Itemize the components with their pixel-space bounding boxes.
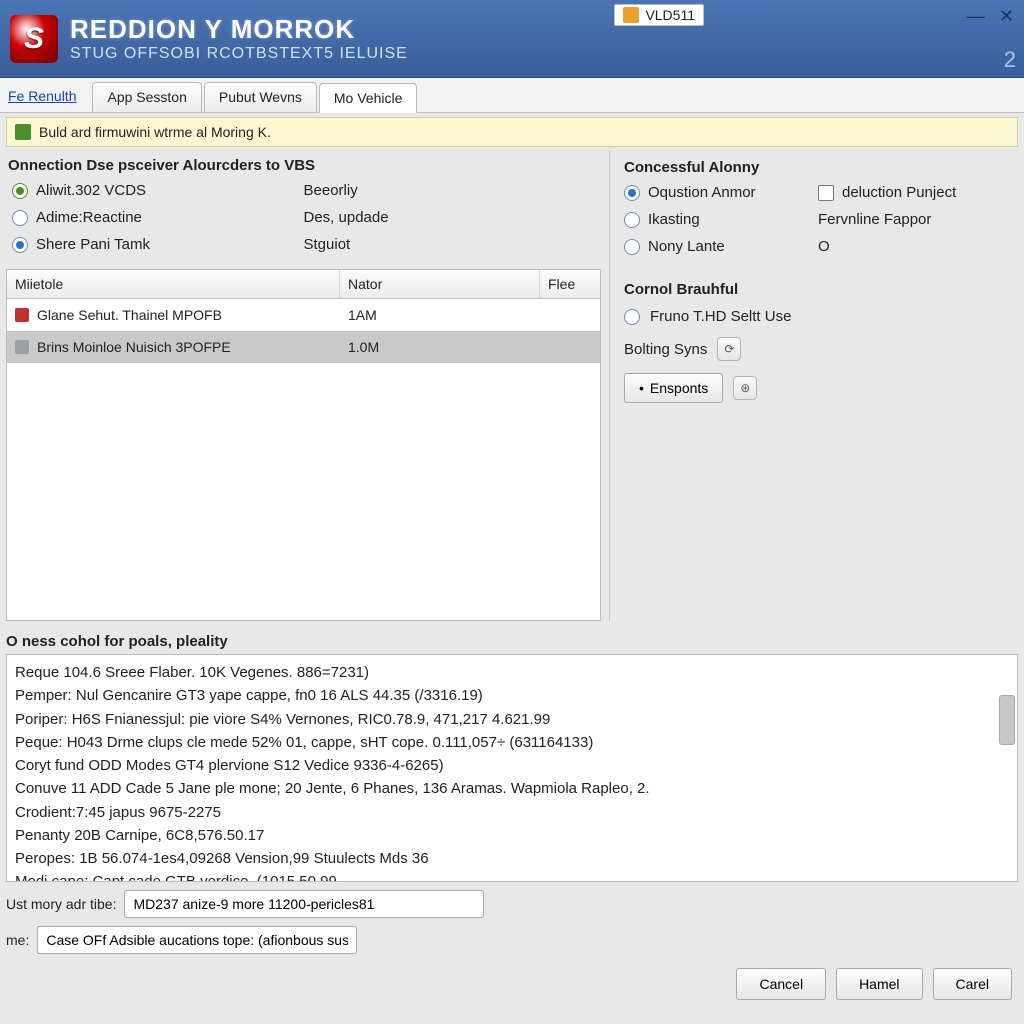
secondary-window-tag-label: VLD511 xyxy=(645,7,695,23)
radio-oqustion-label: Oqustion Anmor xyxy=(648,184,756,201)
radio-aliwit[interactable] xyxy=(12,183,28,199)
carel-button[interactable]: Carel xyxy=(933,968,1012,1000)
minimize-button[interactable]: — xyxy=(967,6,985,27)
field1-input[interactable] xyxy=(124,890,484,918)
row-flee xyxy=(540,311,600,319)
module-list: Miietole Nator Flee Glane Sehut. Thainel… xyxy=(6,269,601,621)
log-text: Reque 104.6 Sreee Flaber. 10K Vegenes. 8… xyxy=(15,661,1009,882)
divider xyxy=(609,151,610,621)
list-row[interactable]: Brins Moinloe Nuisich 3POFPE 1.0M xyxy=(7,331,600,363)
field1-label: Ust mory adr tibe: xyxy=(6,896,116,912)
list-header: Miietole Nator Flee xyxy=(7,270,600,299)
opt-beeorliy-label: Beeorliy xyxy=(304,182,358,199)
left-group-title: Onnection Dse psceiver Alourcders to VBS xyxy=(6,151,601,178)
tabbar: Fe Renulth App Sesston Pubut Wevns Mo Ve… xyxy=(0,78,1024,113)
bolting-syns-label: Bolting Syns xyxy=(624,341,707,358)
close-button[interactable]: ✕ xyxy=(999,6,1014,27)
field2-input[interactable] xyxy=(37,926,357,954)
field2-label: me: xyxy=(6,932,29,948)
bolting-syns-icon-button[interactable]: ⟳ xyxy=(717,337,741,361)
radio-adime[interactable] xyxy=(12,210,28,226)
tab-mo-vehicle[interactable]: Mo Vehicle xyxy=(319,83,417,113)
ensponts-button[interactable]: • Ensponts xyxy=(624,373,723,403)
radio-shere-label: Shere Pani Tamk xyxy=(36,236,150,253)
radio-nony[interactable] xyxy=(624,239,640,255)
row-status-icon xyxy=(15,308,29,322)
extra-o-label: O xyxy=(818,238,830,255)
radio-ikasting-label: Ikasting xyxy=(648,211,700,228)
app-title: REDDION Y MORROK xyxy=(70,14,1014,45)
check-deluction[interactable] xyxy=(818,185,834,201)
radio-ikasting[interactable] xyxy=(624,212,640,228)
info-banner: Buld ard firmuwini wtrme al Moring K. xyxy=(6,117,1018,147)
secondary-window-tag: VLD511 xyxy=(614,4,704,26)
row-flee xyxy=(540,343,600,351)
row-nator: 1.0M xyxy=(340,335,540,359)
log-output[interactable]: Reque 104.6 Sreee Flaber. 10K Vegenes. 8… xyxy=(6,654,1018,882)
scrollbar-thumb[interactable] xyxy=(999,695,1015,745)
opt-stguiot-label: Stguiot xyxy=(304,236,351,253)
radio-aliwit-label: Aliwit.302 VCDS xyxy=(36,182,146,199)
corner-glyph: 2 xyxy=(1004,47,1016,73)
tag-icon xyxy=(623,7,639,23)
ensponts-aux-button[interactable]: ⊛ xyxy=(733,376,757,400)
radio-fruno-label: Fruno T.HD Seltt Use xyxy=(650,308,791,325)
cancel-button[interactable]: Cancel xyxy=(736,968,826,1000)
right-group-a-title: Concessful Alonny xyxy=(622,153,1014,180)
radio-shere[interactable] xyxy=(12,237,28,253)
radio-nony-label: Nony Lante xyxy=(648,238,725,255)
app-logo-icon: S xyxy=(10,15,58,63)
radio-fruno[interactable] xyxy=(624,309,640,325)
info-banner-icon xyxy=(15,124,31,140)
radio-adime-label: Adime:Reactine xyxy=(36,209,142,226)
tab-link-renulth[interactable]: Fe Renulth xyxy=(6,82,90,112)
row-status-icon xyxy=(15,340,29,354)
check-deluction-label: deluction Punject xyxy=(842,184,956,201)
titlebar: S REDDION Y MORROK STUG OFFSOBI RCOTBSTE… xyxy=(0,0,1024,78)
row-nator: 1AM xyxy=(340,303,540,327)
opt-desupdade-label: Des, updade xyxy=(304,209,389,226)
tab-pubut-wevns[interactable]: Pubut Wevns xyxy=(204,82,317,112)
radio-oqustion[interactable] xyxy=(624,185,640,201)
info-banner-text: Buld ard firmuwini wtrme al Moring K. xyxy=(39,124,271,140)
col-head-flee[interactable]: Flee xyxy=(540,270,600,298)
tab-app-sesston[interactable]: App Sesston xyxy=(92,82,201,112)
footer: Cancel Hamel Carel xyxy=(0,958,1024,1012)
col-head-nator[interactable]: Nator xyxy=(340,270,540,298)
ensponts-button-label: Ensponts xyxy=(650,380,708,396)
app-subtitle: STUG OFFSOBI RCOTBSTEXT5 IELUISE xyxy=(70,45,1014,63)
hamel-button[interactable]: Hamel xyxy=(836,968,922,1000)
list-row[interactable]: Glane Sehut. Thainel MPOFB 1AM xyxy=(7,299,600,331)
row-name: Brins Moinloe Nuisich 3POFPE xyxy=(37,339,231,355)
right-group-b-title: Cornol Brauhful xyxy=(622,275,1014,302)
extra-fervnline-label: Fervnline Fappor xyxy=(818,211,931,228)
log-title: O ness cohol for poals, pleality xyxy=(6,629,1018,654)
col-head-name[interactable]: Miietole xyxy=(7,270,340,298)
row-name: Glane Sehut. Thainel MPOFB xyxy=(37,307,222,323)
